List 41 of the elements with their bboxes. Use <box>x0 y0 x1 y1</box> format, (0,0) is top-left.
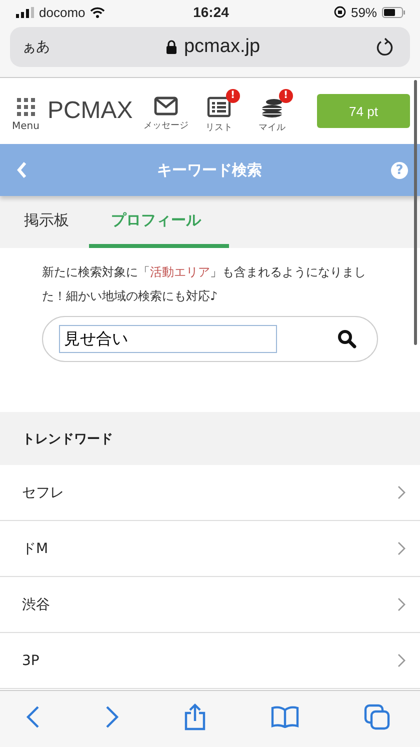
nav-item[interactable]: ! リスト <box>194 88 244 134</box>
section-heading: トレンドワード <box>22 430 113 448</box>
site-logo[interactable]: PCMAX <box>47 97 133 125</box>
carrier-name: docomo <box>39 4 86 20</box>
url-text: pcmax.jp <box>184 36 260 58</box>
back-icon[interactable] <box>26 706 40 728</box>
address-bar[interactable]: ぁあ pcmax.jp <box>10 27 410 67</box>
menu-button[interactable]: Menu <box>12 90 40 132</box>
trend-word-item[interactable]: 渋谷 <box>0 577 420 633</box>
nav-item[interactable]: ! マイル <box>246 88 297 134</box>
list-icon <box>206 96 231 118</box>
chevron-icon <box>397 597 406 612</box>
wifi-icon <box>90 6 106 18</box>
trend-word-item[interactable]: 3P <box>0 633 420 689</box>
alert-badge: ! <box>226 88 240 102</box>
nav-item[interactable]: メッセージ <box>140 88 191 134</box>
battery-icon <box>382 6 406 18</box>
lock-icon <box>166 40 177 54</box>
envelope-icon <box>154 96 178 116</box>
chevron-icon <box>397 541 406 556</box>
reload-icon[interactable] <box>376 37 394 57</box>
share-icon[interactable] <box>184 703 206 731</box>
battery-percent: 59% <box>350 4 377 20</box>
alert-badge: ! <box>278 88 293 102</box>
trend-word-item[interactable]: ドM <box>0 521 420 577</box>
page-title: キーワード検索 <box>157 160 262 180</box>
chevron-icon <box>397 485 406 500</box>
tab[interactable]: 掲示板 <box>4 196 89 248</box>
clock-time: 16:24 <box>193 4 229 20</box>
text-size-button[interactable]: ぁあ <box>22 38 50 56</box>
trend-word-item[interactable]: セフレ <box>0 465 420 521</box>
signal-icon <box>16 6 34 18</box>
forward-icon[interactable] <box>105 706 119 728</box>
notice-text: 新たに検索対象に「活動エリア」も含まれるようになりました！細かい地域の検索にも対応♪ <box>42 264 367 305</box>
book-icon[interactable] <box>271 706 299 728</box>
search-icon[interactable] <box>337 329 357 349</box>
tabs-icon[interactable] <box>364 704 390 730</box>
grid-icon <box>16 96 36 116</box>
orientation-lock-icon <box>334 6 346 18</box>
chevron-icon <box>397 653 406 668</box>
search-field[interactable]: 見せ合い <box>59 325 277 353</box>
